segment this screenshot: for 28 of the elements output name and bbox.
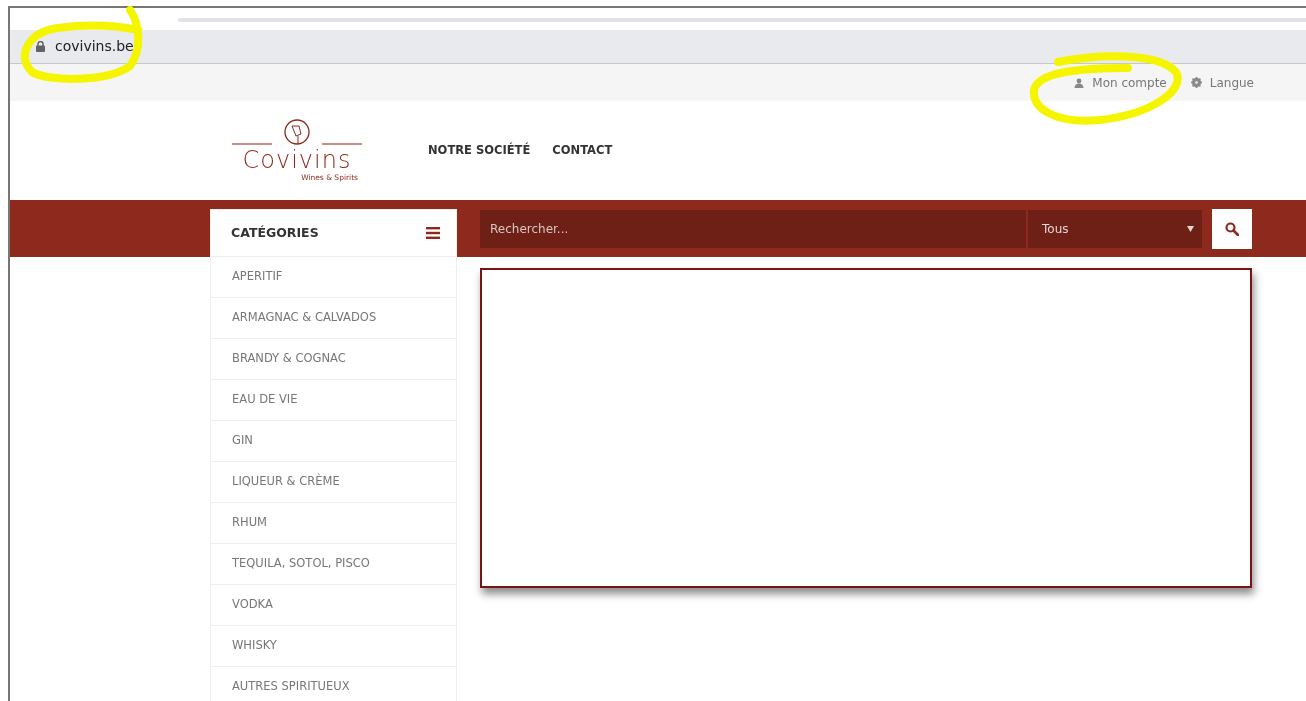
account-link[interactable]: Mon compte (1074, 73, 1167, 92)
category-item[interactable]: ARMAGNAC & CALVADOS (211, 298, 456, 339)
url-text: covivins.be (55, 37, 134, 56)
category-item[interactable]: TEQUILA, SOTOL, PISCO (211, 544, 456, 585)
menu-icon[interactable] (426, 227, 440, 239)
user-icon (1074, 77, 1085, 88)
address-bar[interactable]: covivins.be (10, 30, 1306, 64)
category-item[interactable]: GIN (211, 421, 456, 462)
category-item[interactable]: AUTRES SPIRITUEUX (211, 667, 456, 701)
category-select[interactable]: Tous (1028, 210, 1202, 248)
category-item[interactable]: LIQUEUR & CRÈME (211, 462, 456, 503)
gear-icon (1190, 77, 1202, 88)
category-item[interactable]: WHISKY (211, 626, 456, 667)
nav-link[interactable]: CONTACT (552, 141, 613, 160)
category-item[interactable]: BRANDY & COGNAC (211, 339, 456, 380)
category-item[interactable]: APERITIF (211, 257, 456, 298)
caret-icon (1187, 226, 1194, 232)
search-field[interactable]: Rechercher... (480, 210, 1026, 248)
panel-title: CATÉGORIES (231, 223, 319, 242)
search-button[interactable] (1212, 209, 1252, 249)
logo-name: Covivins (242, 147, 352, 172)
lock-icon (36, 41, 45, 52)
category-item[interactable]: VODKA (211, 585, 456, 626)
category-item[interactable]: EAU DE VIE (211, 380, 456, 421)
search-icon (1225, 222, 1239, 236)
category-item[interactable]: RHUM (211, 503, 456, 544)
nav-link[interactable]: NOTRE SOCIÉTÉ (428, 141, 531, 160)
language-link[interactable]: Langue (1190, 73, 1254, 92)
